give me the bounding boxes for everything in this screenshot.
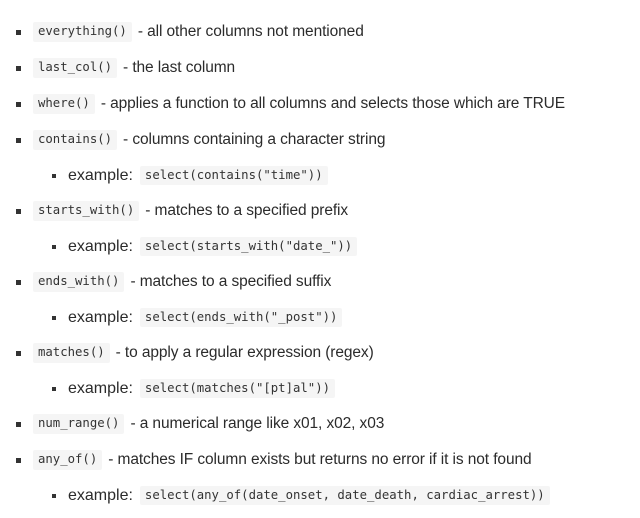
- bullet-square-icon: [16, 138, 21, 143]
- function-description: - the last column: [123, 59, 236, 76]
- bullet-square-icon: [52, 386, 56, 391]
- function-description: - matches to a specified prefix: [145, 202, 349, 219]
- example-code: select(contains("time")): [139, 165, 328, 186]
- function-name-code: num_range(): [33, 414, 125, 434]
- example-code: select(starts_with("date_")): [139, 236, 358, 257]
- function-name-code: last_col(): [33, 58, 118, 78]
- list-item: contains() - columns containing a charact…: [0, 122, 640, 158]
- example-list-item: example: select(any_of(date_onset, date_d…: [0, 478, 640, 513]
- example-label: example:: [68, 379, 133, 397]
- document-body: everything() - all other columns not ment…: [0, 0, 640, 518]
- example-list-item: example: select(contains("time")): [0, 158, 640, 193]
- bullet-square-icon: [16, 351, 21, 356]
- example-list-item: example: select(matches("[pt]al")): [0, 371, 640, 406]
- list-item: where() - applies a function to all colum…: [0, 86, 640, 122]
- example-list-item: example: select(starts_with("date_")): [0, 229, 640, 264]
- bullet-square-icon: [16, 30, 21, 35]
- function-description: - applies a function to all columns and …: [100, 95, 566, 112]
- function-description: - all other columns not mentioned: [137, 23, 364, 40]
- list-item: ends_with() - matches to a specified suff…: [0, 264, 640, 300]
- bullet-square-icon: [52, 173, 56, 178]
- example-code: select(ends_with("_post")): [139, 307, 343, 328]
- example-list-item: example: select(ends_with("_post")): [0, 300, 640, 335]
- list-item: starts_with() - matches to a specified pr…: [0, 193, 640, 229]
- list-item: num_range() - a numerical range like x01,…: [0, 406, 640, 442]
- example-code: select(matches("[pt]al")): [139, 378, 336, 399]
- list-item: last_col() - the last column: [0, 50, 640, 86]
- bullet-square-icon: [16, 280, 21, 285]
- function-name-code: starts_with(): [33, 201, 140, 221]
- function-name-code: where(): [33, 94, 95, 114]
- bullet-square-icon: [52, 493, 56, 498]
- example-label: example:: [68, 237, 133, 255]
- helper-function-list: everything() - all other columns not ment…: [0, 14, 640, 513]
- bullet-square-icon: [16, 209, 21, 214]
- function-description: - columns containing a character string: [123, 131, 386, 148]
- list-item: matches() - to apply a regular expression…: [0, 335, 640, 371]
- bullet-square-icon: [52, 244, 56, 249]
- bullet-square-icon: [16, 458, 21, 463]
- example-label: example:: [68, 166, 133, 184]
- bullet-square-icon: [16, 422, 21, 427]
- example-code: select(any_of(date_onset, date_death, ca…: [139, 485, 550, 506]
- bullet-square-icon: [52, 315, 56, 320]
- function-name-code: everything(): [33, 22, 132, 42]
- list-item: everything() - all other columns not ment…: [0, 14, 640, 50]
- bullet-square-icon: [16, 102, 21, 107]
- function-name-code: any_of(): [33, 450, 103, 470]
- function-name-code: ends_with(): [33, 272, 125, 292]
- function-name-code: matches(): [33, 343, 110, 363]
- list-item: any_of() - matches IF column exists but r…: [0, 442, 640, 478]
- example-label: example:: [68, 486, 133, 504]
- function-description: - a numerical range like x01, x02, x03: [130, 415, 385, 432]
- function-description: - to apply a regular expression (regex): [115, 344, 374, 361]
- example-label: example:: [68, 308, 133, 326]
- bullet-square-icon: [16, 66, 21, 71]
- function-name-code: contains(): [33, 130, 118, 150]
- function-description: - matches to a specified suffix: [130, 273, 332, 290]
- function-description: - matches IF column exists but returns n…: [108, 451, 532, 468]
